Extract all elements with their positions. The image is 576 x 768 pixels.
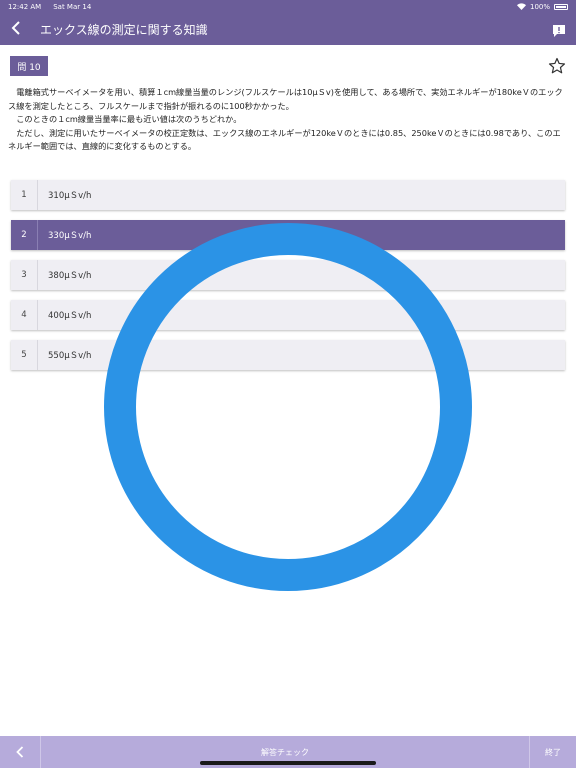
choice-number: 5 <box>11 340 38 370</box>
choice-label: 550μＳv/h <box>48 351 92 361</box>
battery-percent: 100% <box>529 3 550 11</box>
chevron-left-icon <box>11 20 21 39</box>
choice-4[interactable]: 4 400μＳv/h <box>11 300 565 330</box>
choice-2[interactable]: 2 330μＳv/h <box>11 220 565 250</box>
battery-icon <box>554 4 568 10</box>
home-indicator <box>200 761 376 765</box>
question-text: 電離箱式サーベイメータを用い、積算１cm線量当量のレンジ(フルスケールは10μＳ… <box>8 86 568 154</box>
choice-5[interactable]: 5 550μＳv/h <box>11 340 565 370</box>
status-date: Sat Mar 14 <box>53 3 92 11</box>
choice-number: 2 <box>11 220 38 250</box>
choice-3[interactable]: 3 380μＳv/h <box>11 260 565 290</box>
question-paragraph: このときの１cm線量当量率に最も近い値は次のうちどれか。 <box>16 114 242 124</box>
back-button[interactable] <box>0 14 32 45</box>
choice-label: 400μＳv/h <box>48 311 92 321</box>
comment-button[interactable] <box>552 23 566 37</box>
end-button[interactable]: 終了 <box>529 736 576 768</box>
status-time: 12:42 AM <box>8 3 42 11</box>
question-number-badge: 問 10 <box>10 56 48 76</box>
choice-1[interactable]: 1 310μＳv/h <box>11 180 565 210</box>
page-title: エックス線の測定に関する知識 <box>40 23 208 37</box>
choice-number: 1 <box>11 180 38 210</box>
choice-number: 4 <box>11 300 38 330</box>
chevron-left-icon <box>16 743 24 762</box>
status-right: 100% <box>516 2 568 12</box>
previous-question-button[interactable] <box>0 736 41 768</box>
favorite-button[interactable] <box>548 57 566 75</box>
status-bar: 12:42 AM Sat Mar 14 100% <box>0 0 576 14</box>
comment-icon <box>552 23 566 42</box>
choice-label: 310μＳv/h <box>48 191 92 201</box>
wifi-icon <box>516 2 526 12</box>
question-paragraph: 電離箱式サーベイメータを用い、積算１cm線量当量のレンジ(フルスケールは10μＳ… <box>8 87 563 111</box>
choice-label: 380μＳv/h <box>48 271 92 281</box>
question-paragraph: ただし、測定に用いたサーベイメータの校正定数は、エックス線のエネルギーが120k… <box>8 127 561 152</box>
choice-label: 330μＳv/h <box>48 231 92 241</box>
nav-bar: エックス線の測定に関する知識 <box>0 14 576 45</box>
star-icon <box>548 57 566 79</box>
choice-list: 1 310μＳv/h 2 330μＳv/h 3 380μＳv/h 4 400μＳ… <box>11 180 565 380</box>
choice-number: 3 <box>11 260 38 290</box>
